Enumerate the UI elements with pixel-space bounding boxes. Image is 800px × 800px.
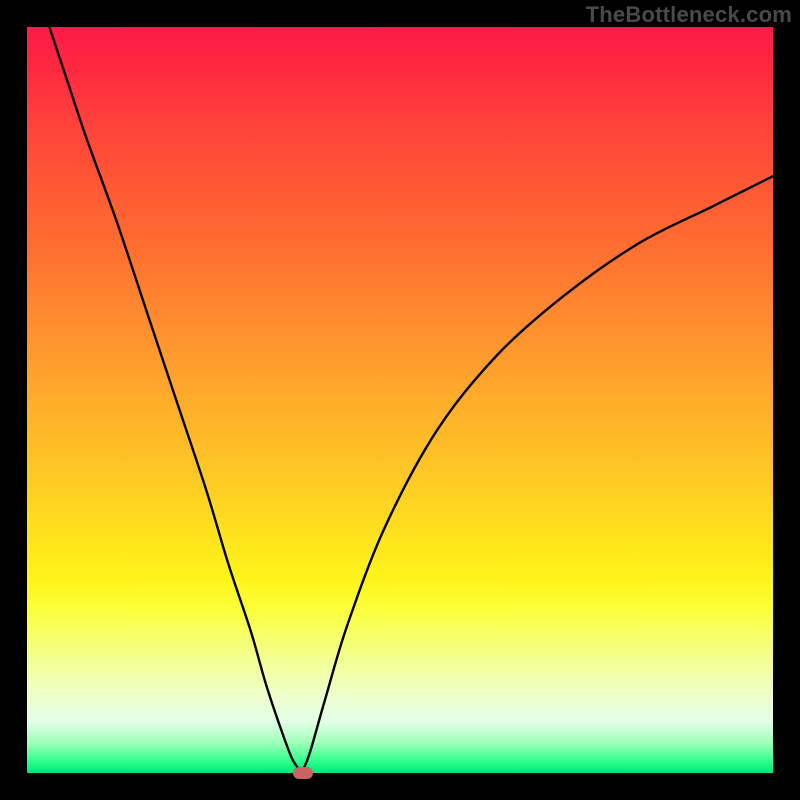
chart-frame: TheBottleneck.com (0, 0, 800, 800)
bottleneck-curve (27, 27, 773, 773)
watermark-text: TheBottleneck.com (586, 2, 792, 28)
plot-area (27, 27, 773, 773)
min-point-marker (293, 767, 313, 779)
